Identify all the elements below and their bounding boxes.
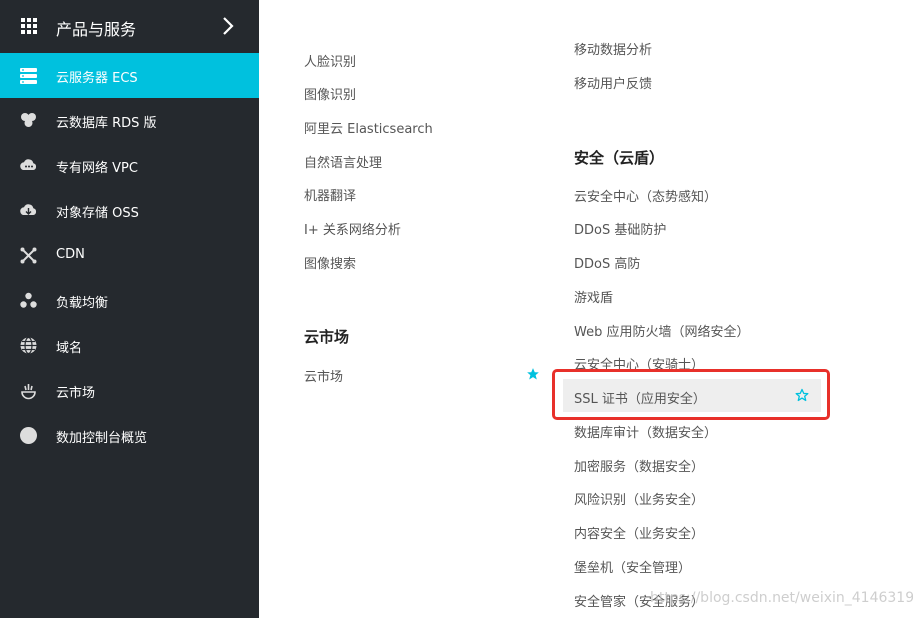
product-link[interactable]: 移动数据分析 bbox=[574, 39, 652, 58]
sidebar: 产品与服务 云服务器 ECS 云数据库 RDS 版 专有网络 VPC 对象存储 … bbox=[0, 0, 259, 618]
sidebar-item-slb[interactable]: 负载均衡 bbox=[0, 278, 259, 323]
watermark-text: https://blog.csdn.net/weixin_41463193 bbox=[650, 590, 913, 606]
product-link-market[interactable]: 云市场 bbox=[304, 366, 343, 385]
product-link[interactable]: 图像搜索 bbox=[304, 253, 356, 272]
sidebar-item-label: 对象存储 OSS bbox=[56, 206, 139, 221]
sidebar-item-domain[interactable]: 域名 bbox=[0, 323, 259, 368]
sidebar-header[interactable]: 产品与服务 bbox=[0, 0, 259, 53]
sidebar-item-oss[interactable]: 对象存储 OSS bbox=[0, 188, 259, 233]
product-link[interactable]: 加密服务（数据安全） bbox=[574, 456, 704, 475]
product-link[interactable]: 阿里云 Elasticsearch bbox=[304, 118, 433, 137]
section-title-security: 安全（云盾） bbox=[574, 149, 665, 167]
sidebar-item-label: 负载均衡 bbox=[56, 296, 109, 311]
product-link[interactable]: 机器翻译 bbox=[304, 185, 356, 204]
globe-icon bbox=[20, 336, 37, 355]
sidebar-item-vpc[interactable]: 专有网络 VPC bbox=[0, 143, 259, 188]
product-link[interactable]: Web 应用防火墙（网络安全） bbox=[574, 321, 749, 340]
market-icon bbox=[21, 384, 36, 400]
product-link[interactable]: DDoS 高防 bbox=[574, 253, 640, 272]
load-balancer-icon bbox=[20, 292, 37, 308]
sidebar-item-label: 域名 bbox=[56, 341, 83, 356]
sidebar-item-cdn[interactable]: CDN bbox=[0, 233, 259, 278]
product-link[interactable]: 云安全中心（态势感知） bbox=[574, 186, 717, 205]
sidebar-item-dataplus[interactable]: 数加控制台概览 bbox=[0, 413, 259, 458]
sidebar-item-rds[interactable]: 云数据库 RDS 版 bbox=[0, 98, 259, 143]
circle-icon bbox=[20, 427, 37, 444]
product-link[interactable]: 风险识别（业务安全） bbox=[574, 489, 704, 508]
sidebar-item-label: 云市场 bbox=[56, 386, 96, 401]
cloud-network-icon bbox=[20, 159, 37, 170]
product-link[interactable]: 人脸识别 bbox=[304, 51, 356, 70]
product-link[interactable]: I+ 关系网络分析 bbox=[304, 219, 401, 238]
sidebar-header-title: 产品与服务 bbox=[56, 20, 137, 39]
product-link[interactable]: DDoS 基础防护 bbox=[574, 219, 666, 238]
sidebar-item-ecs[interactable]: 云服务器 ECS bbox=[0, 53, 259, 98]
highlight-annotation-box bbox=[552, 369, 830, 420]
sidebar-item-label: 专有网络 VPC bbox=[56, 161, 138, 176]
chevron-right-icon[interactable] bbox=[222, 17, 234, 35]
sidebar-item-market[interactable]: 云市场 bbox=[0, 368, 259, 413]
sidebar-item-label: 云数据库 RDS 版 bbox=[56, 116, 157, 131]
product-link[interactable]: 数据库审计（数据安全） bbox=[574, 422, 717, 441]
cdn-icon bbox=[20, 247, 37, 264]
database-icon bbox=[21, 113, 36, 127]
sidebar-item-label: CDN bbox=[56, 247, 85, 262]
grid-icon bbox=[21, 18, 37, 34]
cloud-storage-icon bbox=[20, 204, 37, 215]
star-filled-icon[interactable] bbox=[526, 367, 540, 381]
server-icon bbox=[20, 68, 37, 84]
product-link[interactable]: 自然语言处理 bbox=[304, 152, 382, 171]
product-link[interactable]: 内容安全（业务安全） bbox=[574, 523, 704, 542]
section-title-market: 云市场 bbox=[304, 328, 350, 346]
sidebar-item-label: 数加控制台概览 bbox=[56, 431, 148, 446]
product-link[interactable]: 移动用户反馈 bbox=[574, 73, 652, 92]
sidebar-item-label: 云服务器 ECS bbox=[56, 71, 138, 86]
product-link[interactable]: 堡垒机（安全管理） bbox=[574, 557, 691, 576]
product-link[interactable]: 游戏盾 bbox=[574, 287, 613, 306]
product-link[interactable]: 图像识别 bbox=[304, 84, 356, 103]
